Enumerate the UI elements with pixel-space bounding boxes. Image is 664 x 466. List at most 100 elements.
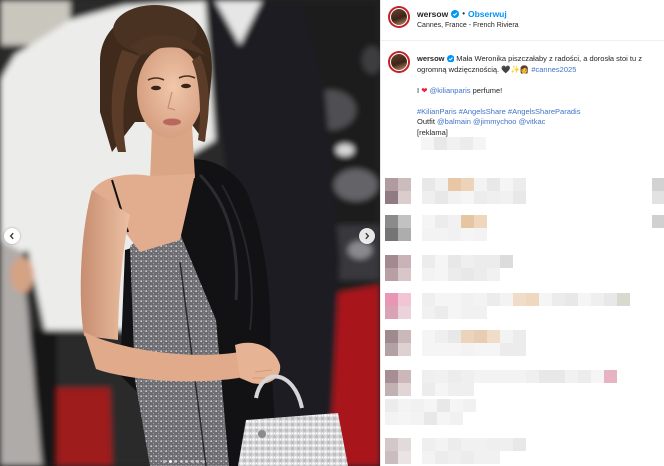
blur-pixel [460, 137, 473, 150]
blur-pixel [385, 451, 398, 464]
carousel-dot [201, 460, 205, 463]
blur-pixel [474, 268, 487, 281]
blur-pixel [461, 451, 474, 464]
blur-pixel [385, 191, 398, 204]
slider-next-button[interactable] [359, 228, 375, 244]
blur-pixel [385, 228, 398, 241]
blur-pixel [422, 228, 435, 241]
blur-pixel [422, 293, 435, 306]
blur-pixel [448, 343, 461, 356]
blur-pixel [398, 215, 411, 228]
blur-pixel [398, 268, 411, 281]
blur-pixel [422, 255, 435, 268]
blur-pixel [604, 293, 617, 306]
carousel-dot [190, 460, 194, 463]
blur-pixel [398, 191, 411, 204]
carousel-dot [174, 460, 177, 463]
blur-pixel [591, 293, 604, 306]
blur-pixel [539, 370, 552, 383]
blur-pixel [385, 255, 398, 268]
blur-pixel [448, 451, 461, 464]
blur-pixel [398, 399, 411, 412]
blur-pixel [461, 438, 474, 451]
blur-pixel [513, 343, 526, 356]
blur-pixel [448, 383, 461, 396]
post-photo[interactable] [0, 0, 380, 466]
blur-pixel [422, 215, 435, 228]
blur-pixel [422, 191, 435, 204]
blur-pixel [617, 293, 630, 306]
slider-prev-button[interactable] [4, 228, 20, 244]
blur-pixel [487, 343, 500, 356]
blur-pixel [652, 191, 664, 204]
blur-pixel [435, 228, 448, 241]
blur-pixel [487, 451, 500, 464]
blur-pixel [435, 293, 448, 306]
blur-pixel [500, 293, 513, 306]
blur-pixel [513, 293, 526, 306]
blur-pixel [448, 438, 461, 451]
blur-pixel [398, 178, 411, 191]
blur-pixel [411, 399, 424, 412]
blur-pixel [487, 268, 500, 281]
blur-pixel [473, 137, 486, 150]
blur-pixel [398, 255, 411, 268]
blur-pixel [435, 255, 448, 268]
blur-pixel [385, 412, 398, 425]
blur-pixel [385, 370, 398, 383]
blur-pixel [604, 370, 617, 383]
blur-pixel [461, 343, 474, 356]
blur-pixel [461, 255, 474, 268]
blur-pixel [461, 228, 474, 241]
blur-pixel [447, 137, 460, 150]
blur-pixel [450, 399, 463, 412]
blur-pixel [398, 383, 411, 396]
blur-pixel [461, 268, 474, 281]
blur-pixel [398, 306, 411, 319]
blur-pixel [539, 293, 552, 306]
blur-pixel [448, 306, 461, 319]
blur-pixel [385, 178, 398, 191]
blur-pixel [474, 451, 487, 464]
blur-pixel [448, 191, 461, 204]
chevron-right-icon [365, 232, 370, 240]
blur-pixel [565, 370, 578, 383]
blur-pixel [435, 268, 448, 281]
blur-pixel [500, 343, 513, 356]
blur-pixel [474, 228, 487, 241]
photo-scene [0, 0, 380, 466]
blur-pixel [398, 228, 411, 241]
blur-pixel [474, 178, 487, 191]
blur-pixel [435, 370, 448, 383]
blur-pixel [435, 330, 448, 343]
blur-pixel [474, 330, 487, 343]
blur-pixel [591, 370, 604, 383]
blur-pixel [422, 306, 435, 319]
blur-pixel [461, 383, 474, 396]
blur-pixel [435, 438, 448, 451]
blur-pixel [487, 255, 500, 268]
blur-pixel [461, 330, 474, 343]
blur-pixel [450, 412, 463, 425]
blur-pixel [500, 191, 513, 204]
blur-pixel [526, 370, 539, 383]
blur-pixel [398, 370, 411, 383]
blur-pixel [411, 412, 424, 425]
blur-pixel [422, 438, 435, 451]
blur-pixel [500, 330, 513, 343]
blur-pixel [513, 330, 526, 343]
blur-pixel [435, 215, 448, 228]
blur-pixel [463, 399, 476, 412]
blur-pixel [435, 343, 448, 356]
blur-pixel [487, 293, 500, 306]
blur-pixel [474, 255, 487, 268]
blur-pixel [398, 293, 411, 306]
blur-pixel [500, 255, 513, 268]
blur-pixel [461, 306, 474, 319]
blur-pixel [385, 383, 398, 396]
blur-pixel [435, 191, 448, 204]
blur-pixel [385, 343, 398, 356]
blur-pixel [448, 293, 461, 306]
blur-pixel [578, 370, 591, 383]
post-sidebar: wersow • Obserwuj Cannes, France - Frenc… [380, 0, 664, 466]
